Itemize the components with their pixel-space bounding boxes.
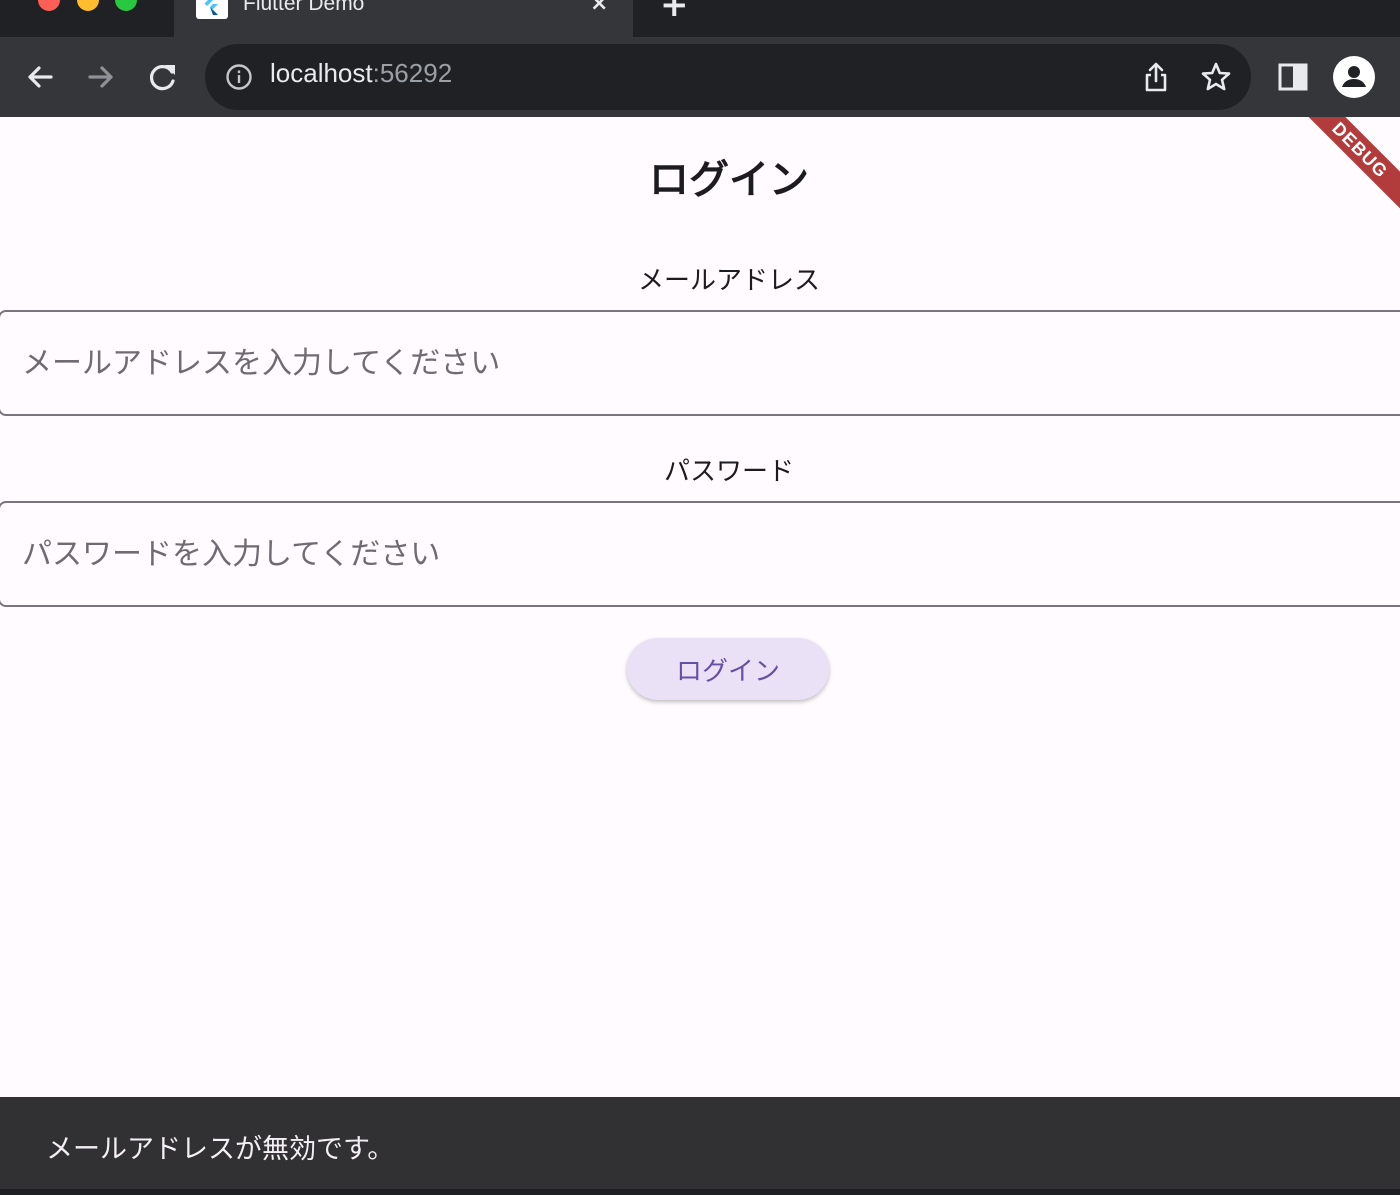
share-icon[interactable] — [1141, 61, 1171, 97]
password-label: パスワード — [663, 457, 794, 487]
bookmark-star-icon[interactable] — [1200, 61, 1232, 97]
password-field[interactable] — [0, 501, 1400, 607]
close-window-button[interactable] — [38, 0, 60, 11]
reload-icon[interactable] — [143, 57, 183, 97]
site-info-icon[interactable] — [225, 63, 253, 95]
login-button[interactable]: ログイン — [627, 638, 829, 700]
password-input[interactable] — [22, 503, 1322, 605]
tab-strip: Flutter Demo × + — [0, 0, 1400, 37]
email-input[interactable] — [22, 312, 1322, 414]
url-text[interactable]: localhost:56292 — [270, 58, 452, 89]
minimize-window-button[interactable] — [77, 0, 99, 11]
page-title: ログイン — [649, 157, 809, 203]
snackbar: メールアドレスが無効です。 — [0, 1097, 1400, 1189]
email-label: メールアドレス — [637, 266, 820, 296]
tab-title: Flutter Demo — [243, 0, 365, 15]
browser-tab[interactable]: Flutter Demo × — [174, 0, 633, 37]
maximize-window-button[interactable] — [115, 0, 137, 11]
forward-icon[interactable] — [81, 57, 121, 97]
email-field[interactable] — [0, 310, 1400, 416]
profile-avatar-icon[interactable] — [1332, 55, 1376, 99]
url-port: :56292 — [372, 58, 453, 88]
side-panel-icon[interactable] — [1273, 57, 1313, 97]
browser-toolbar: localhost:56292 — [0, 37, 1400, 117]
back-icon[interactable] — [20, 57, 60, 97]
app-page: DEBUG ログイン メールアドレス パスワード ログイン — [0, 117, 1400, 1097]
tab-close-icon[interactable]: × — [590, 0, 608, 15]
flutter-favicon-icon — [196, 0, 228, 19]
new-tab-button[interactable]: + — [660, 0, 689, 22]
bottom-edge — [0, 1189, 1400, 1195]
address-bar[interactable]: localhost:56292 — [205, 44, 1251, 110]
snackbar-message: メールアドレスが無効です。 — [46, 1134, 395, 1165]
url-host: localhost — [270, 58, 373, 88]
